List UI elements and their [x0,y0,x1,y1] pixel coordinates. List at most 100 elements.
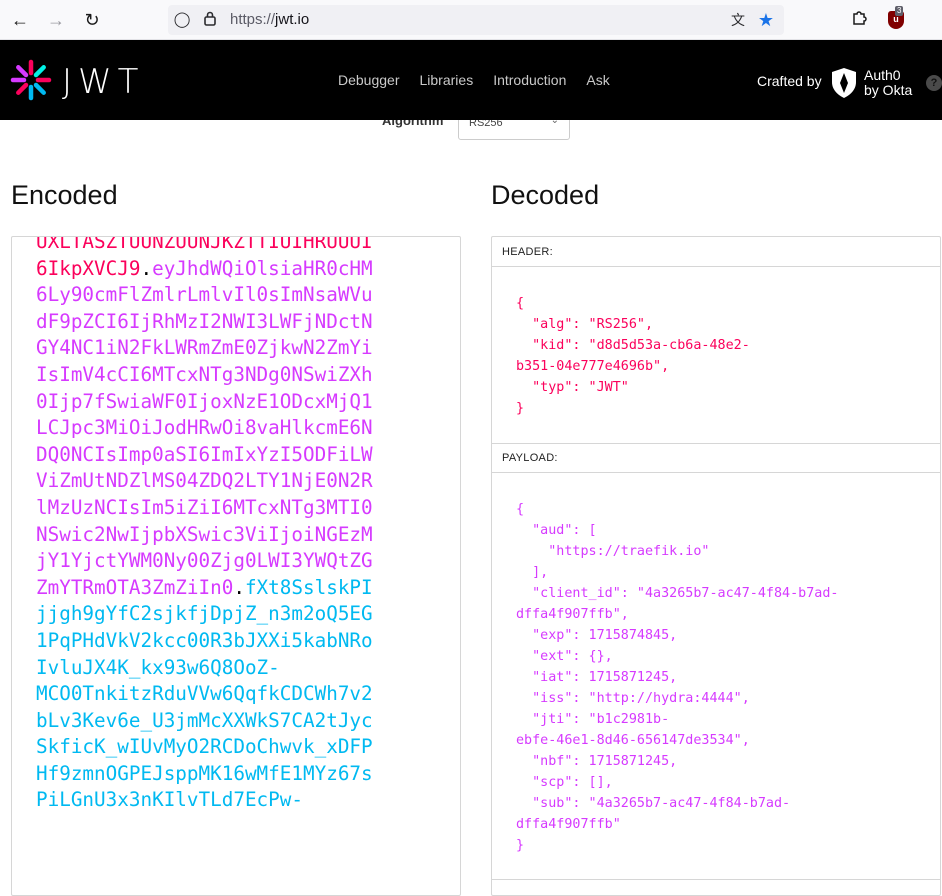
token-line: UXLTASZTUUNZUUNJKZTTIUIHRUUUI [36,237,373,256]
extensions-puzzle-icon[interactable] [848,8,872,32]
token-payload-part: ViZmUtNDZlMS04ZDQ2LTY1NjE0N2R [36,469,373,493]
token-line: 1PqPHdVkV2kcc00R3bJXXi5kabNRo [36,628,373,655]
token-payload-part: lMzUzNCIsIm5iZiI6MTcxNTg3MTI0 [36,495,373,519]
token-signature-part: jjgh9gYfC2sjkfjDpjZ_n3m2oQ5EG [36,602,373,626]
token-signature-part: IvluJX4K_kx93w6Q8OoZ- [36,655,280,679]
token-payload-part: ZmYTRmOTA3ZmZiIn0 [36,575,234,599]
section-divider [492,879,940,880]
token-line: MCO0TnkitzRduVVw6QqfkCDCWh7v2 [36,681,373,708]
token-payload-part: dF9pZCI6IjRhMzI2NWI3LWFjNDctN [36,309,373,333]
translate-icon[interactable]: 文 [728,10,748,30]
back-arrow-icon[interactable]: ← [8,8,32,32]
jwt-logo-icon[interactable] [10,59,52,101]
jwt-logo-text[interactable]: JWT [62,62,144,102]
json-line: "iat": 1715871245, [516,670,678,685]
token-line: ZmYTRmOTA3ZmZiIn0.fXt8SslskPI [36,575,373,602]
reload-icon[interactable]: ↻ [80,8,104,32]
token-line: IsImV4cCI6MTcxNTg3NDg0NSwiZXh [36,362,373,389]
extension-badge: 3 [895,6,904,16]
json-line: "nbf": 1715871245, [516,754,678,769]
ublock-extension-icon[interactable]: u 3 [886,6,906,30]
forward-arrow-icon[interactable]: → [44,8,68,32]
token-separator: . [140,256,153,280]
tracking-shield-icon[interactable]: ◯ [172,10,192,30]
brand-line-auth0: Auth0 [864,67,901,83]
encoded-token-editor[interactable]: UXLTASZTUUNZUUNJKZTTIUIHRUUUI 6IkpXVCJ9.e… [11,236,461,896]
crafted-by-label: Crafted by [757,73,822,89]
token-line: 6IkpXVCJ9.eyJhdWQiOlsiaHR0cHM [36,256,373,283]
auth0-brand[interactable]: Auth0 by Okta [864,68,912,98]
header-json-editor[interactable]: { "alg": "RS256", "kid": "d8d5d53a-cb6a-… [516,293,750,419]
token-line: LCJpc3MiOiJodHRwOi8vaHlkcmE6N [36,415,373,442]
json-line: "https://traefik.io" [516,544,710,559]
token-payload-part: LCJpc3MiOiJodHRwOi8vaHlkcmE6N [36,416,373,440]
token-line: lMzUzNCIsIm5iZiI6MTcxNTg3MTI0 [36,495,373,522]
token-payload-part: GY4NC1iN2FkLWRmZmE0ZjkwN2ZmYi [36,336,373,360]
auth0-shield-icon[interactable] [830,67,858,99]
token-separator: . [233,575,245,599]
json-line: "client_id": "4a3265b7-ac47-4f84-b7ad- [516,586,839,601]
decoded-heading: Decoded [491,180,600,210]
json-line: "jti": "b1c2981b- [516,712,670,727]
token-line: bLv3Kev6e_U3jmMcXXWkS7CA2tJyc [36,708,373,735]
token-signature-part: SkficK_wIUvMyO2RCDoChwvk_xDFP [36,735,373,759]
json-line: dffa4f907ffb" [516,817,621,832]
json-line: { [516,502,525,517]
header-section-title: HEADER: [492,237,940,267]
brand-line-okta: by Okta [864,82,913,98]
json-line: "ext": {}, [516,649,613,664]
nav-introduction[interactable]: Introduction [493,72,566,88]
token-signature-part: 1PqPHdVkV2kcc00R3bJXXi5kabNRo [36,628,373,652]
json-line: ], [516,565,549,580]
token-line: jY1YjctYWM0Ny00Zjg0LWI3YWQtZG [36,548,373,575]
token-payload-part: IsImV4cCI6MTcxNTg3NDg0NSwiZXh [36,362,373,386]
token-signature-part: MCO0TnkitzRduVVw6QqfkCDCWh7v2 [36,682,373,706]
token-signature-part: fXt8SslskPI [244,575,373,599]
token-line: jjgh9gYfC2sjkfjDpjZ_n3m2oQ5EG [36,601,373,628]
url-host: jwt.io [275,11,310,28]
token-line: ViZmUtNDZlMS04ZDQ2LTY1NjE0N2R [36,468,373,495]
token-payload-part: 6Ly90cmFlZmlrLmlvIl0sImNsaWVu [36,283,373,307]
token-payload-part: NSwic2NwIjpbXSwic3ViIjoiNGEzM [36,522,373,546]
payload-section-title: PAYLOAD: [492,443,940,473]
bookmark-star-icon[interactable]: ★ [756,10,776,30]
json-line: "aud": [ [516,523,597,538]
json-line: "scp": [], [516,775,613,790]
token-signature-part: bLv3Kev6e_U3jmMcXXWkS7CA2tJyc [36,708,373,732]
nav-libraries[interactable]: Libraries [420,72,474,88]
json-line: dffa4f907ffb", [516,607,629,622]
payload-json-editor[interactable]: { "aud": [ "https://traefik.io" ], "clie… [516,499,838,856]
token-line: SkficK_wIUvMyO2RCDoChwvk_xDFP [36,734,373,761]
token-header-part: 6IkpXVCJ9 [36,256,141,280]
browser-toolbar: ← → ↻ ◯ https://jwt.io 文 ★ u 3 [0,0,942,40]
token-line: PiLGnU3x3nKIlvTLd7EcPw- [36,787,373,814]
top-nav: Debugger Libraries Introduction Ask [338,72,610,88]
json-line: ebfe-46e1-8d46-656147de3534", [516,733,750,748]
url-text[interactable]: https://jwt.io [230,11,309,28]
nav-debugger[interactable]: Debugger [338,72,400,88]
json-line: "kid": "d8d5d53a-cb6a-48e2- [516,338,750,353]
json-line: } [516,838,525,853]
json-line: } [516,401,525,416]
url-scheme: https:// [230,11,276,28]
token-line: IvluJX4K_kx93w6Q8OoZ- [36,655,373,682]
json-line: "alg": "RS256", [516,317,654,332]
json-line: "typ": "JWT" [516,380,629,395]
token-line: Hf9zmnOGPEJsppMK16wMfE1MYz67s [36,761,373,788]
token-payload-part: DQ0NCIsImp0aSI6ImIxYzI5ODFiLW [36,442,373,466]
lock-icon[interactable] [200,10,220,30]
json-line: "sub": "4a3265b7-ac47-4f84-b7ad- [516,796,791,811]
help-icon[interactable]: ? [926,75,942,91]
json-line: b351-04e777e4696b", [516,359,670,374]
encoded-token-text[interactable]: UXLTASZTUUNZUUNJKZTTIUIHRUUUI 6IkpXVCJ9.e… [36,237,373,814]
token-payload-part: eyJhdWQiOlsiaHR0cHM [152,256,373,280]
site-header: JWT Debugger Libraries Introduction Ask … [0,40,942,120]
token-payload-part: 0Ijp7fSwiaWF0IjoxNzE1ODcxMjQ1 [36,389,373,413]
json-line: "iss": "http://hydra:4444", [516,691,750,706]
decoded-panel: HEADER: { "alg": "RS256", "kid": "d8d5d5… [491,236,941,896]
token-signature-part: Hf9zmnOGPEJsppMK16wMfE1MYz67s [36,761,373,785]
token-signature-part: PiLGnU3x3nKIlvTLd7EcPw- [36,788,303,812]
address-bar[interactable]: ◯ https://jwt.io 文 ★ [168,5,784,35]
nav-ask[interactable]: Ask [586,72,609,88]
encoded-heading: Encoded [11,180,118,210]
